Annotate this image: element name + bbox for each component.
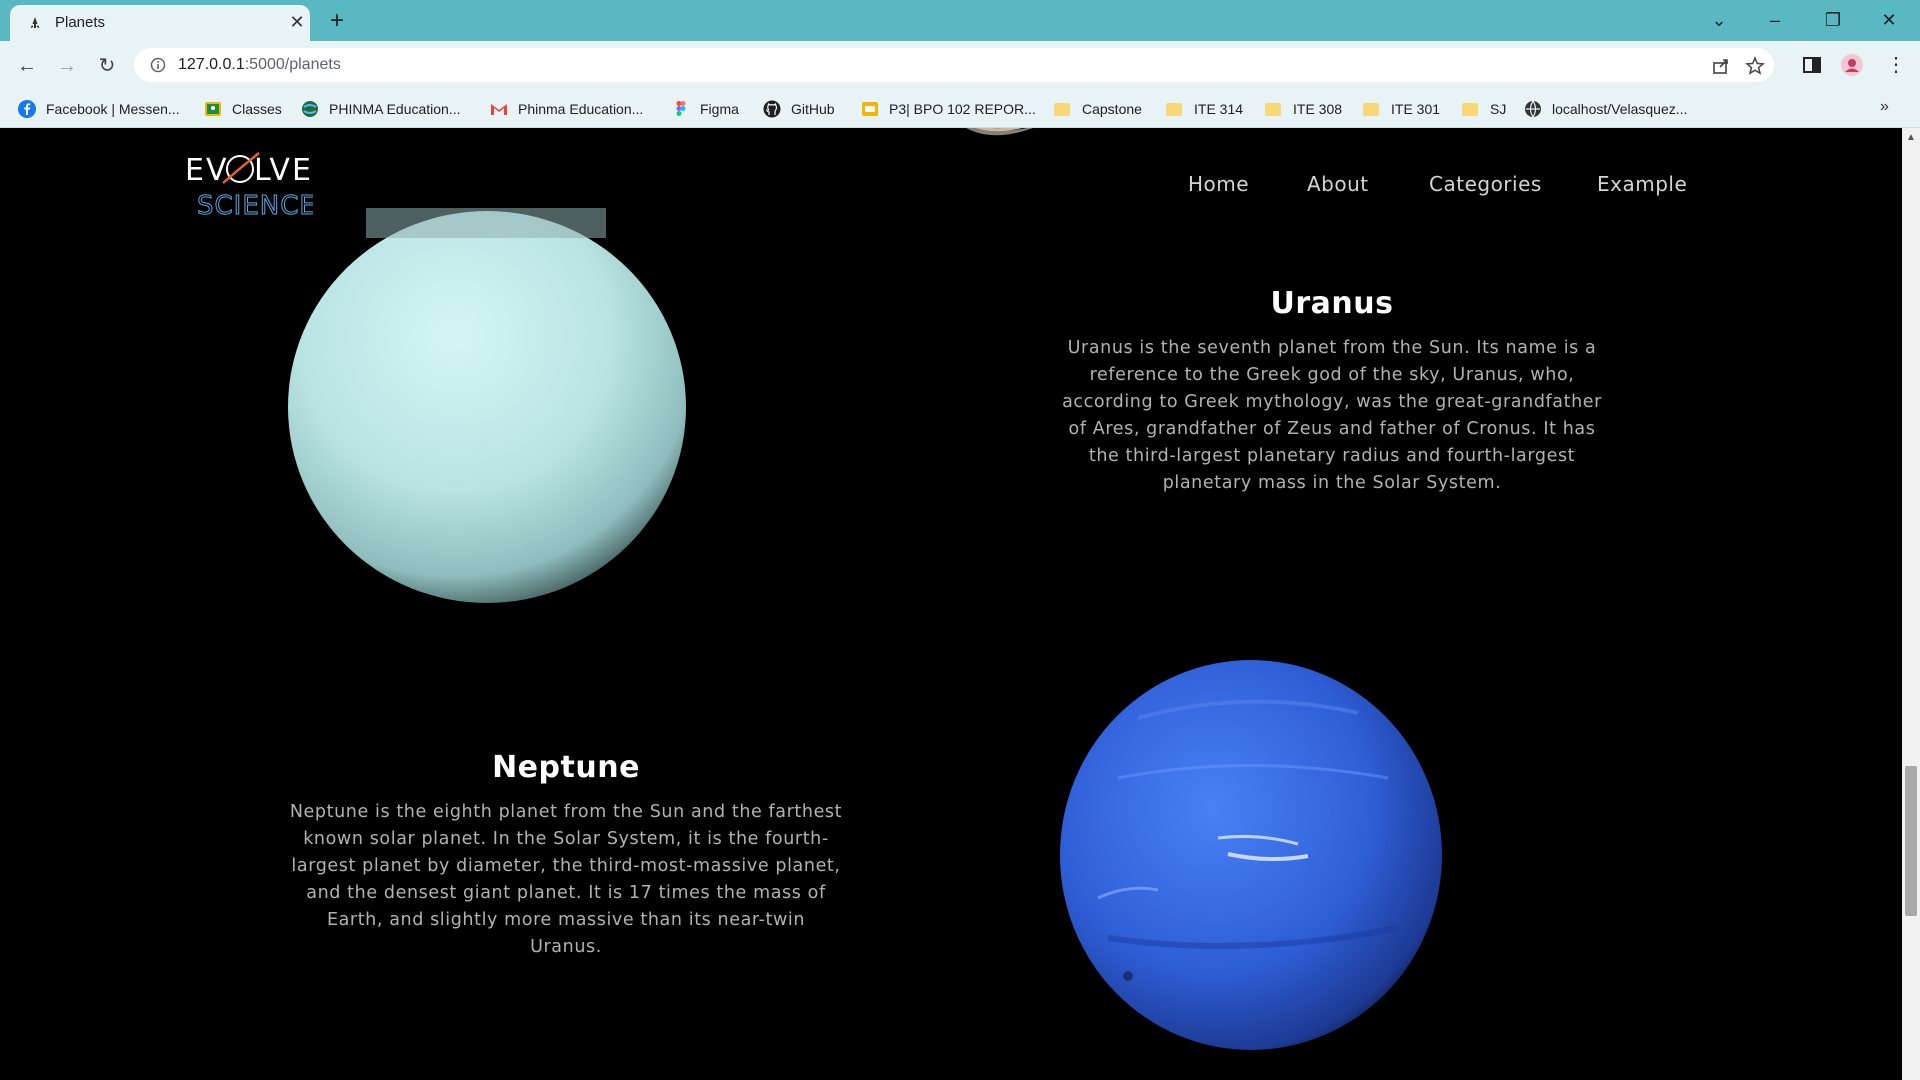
url-path: :5000/planets xyxy=(244,56,341,73)
bookmark-figma[interactable]: Figma xyxy=(672,90,739,128)
bookmark-localhost[interactable]: localhost/Velasquez... xyxy=(1524,90,1687,128)
bookmark-ite308[interactable]: ITE 308 xyxy=(1265,90,1342,128)
menu-kebab-icon[interactable]: ⋮ xyxy=(1884,53,1908,77)
neptune-image xyxy=(1060,660,1442,1050)
folder-icon xyxy=(1166,102,1182,116)
folder-icon xyxy=(1265,102,1281,116)
bookmark-bpo[interactable]: P3| BPO 102 REPOR... xyxy=(861,90,1036,128)
tab-search-icon[interactable]: ⌄ xyxy=(1696,6,1742,34)
bookmark-label: Facebook | Messen... xyxy=(46,101,180,117)
bookmark-star-icon[interactable] xyxy=(1744,55,1766,77)
uranus-image xyxy=(288,208,686,603)
bookmark-label: Classes xyxy=(232,101,282,117)
bookmark-label: ITE 314 xyxy=(1194,101,1244,117)
tab-title: Planets xyxy=(55,14,106,31)
svg-text:EV: EV xyxy=(185,153,228,188)
bookmark-label: Figma xyxy=(700,101,739,117)
folder-icon xyxy=(1054,102,1070,116)
uranus-title: Uranus xyxy=(1270,286,1394,321)
share-icon[interactable] xyxy=(1710,55,1732,77)
site-info-icon[interactable] xyxy=(150,57,166,73)
bookmark-ite301[interactable]: ITE 301 xyxy=(1363,90,1440,128)
bookmark-label: ITE 301 xyxy=(1391,101,1441,117)
folder-icon xyxy=(1363,102,1379,116)
reload-icon[interactable]: ↻ xyxy=(92,51,122,81)
profile-avatar-icon[interactable] xyxy=(1840,53,1864,77)
bookmark-label: ITE 308 xyxy=(1293,101,1343,117)
bookmark-phinma-2[interactable]: Phinma Education... xyxy=(490,90,643,128)
slides-icon xyxy=(862,102,878,116)
bookmark-label: PHINMA Education... xyxy=(329,101,461,117)
figma-icon xyxy=(676,101,686,116)
folder-icon xyxy=(1462,102,1478,116)
svg-text:LVE: LVE xyxy=(254,153,313,188)
gmail-icon xyxy=(491,104,507,115)
url-host: 127.0.0.1 xyxy=(178,56,245,73)
bookmark-label: Phinma Education... xyxy=(518,101,644,117)
window-close-icon[interactable]: ✕ xyxy=(1866,6,1912,34)
bookmark-capstone[interactable]: Capstone xyxy=(1054,90,1142,128)
bookmark-ite314[interactable]: ITE 314 xyxy=(1166,90,1243,128)
new-tab-icon[interactable]: + xyxy=(324,8,350,34)
bookmark-github[interactable]: GitHub xyxy=(763,90,835,128)
uranus-description: Uranus is the seventh planet from the Su… xyxy=(1062,338,1602,493)
nav-about[interactable]: About xyxy=(1307,172,1369,196)
bookmark-label: SJ xyxy=(1490,101,1507,117)
url-text[interactable]: 127.0.0.1:5000/planets xyxy=(178,56,341,74)
minimize-icon[interactable]: – xyxy=(1752,6,1798,34)
facebook-icon xyxy=(18,100,36,118)
classroom-icon xyxy=(205,102,221,116)
restore-icon[interactable]: ❐ xyxy=(1810,6,1856,34)
neptune-title: Neptune xyxy=(492,750,640,785)
bookmark-label: P3| BPO 102 REPOR... xyxy=(889,101,1036,117)
page-scrollbar[interactable]: ▲ xyxy=(1902,128,1920,1080)
browser-tab[interactable]: Planets ✕ xyxy=(10,5,310,41)
more-bookmarks-icon[interactable]: » xyxy=(1880,98,1889,116)
nav-home[interactable]: Home xyxy=(1188,172,1249,196)
scroll-up-arrow-icon[interactable]: ▲ xyxy=(1906,132,1916,143)
address-bar[interactable]: 127.0.0.1:5000/planets xyxy=(134,48,1774,82)
rocket-favicon-icon xyxy=(30,17,40,28)
bookmark-facebook[interactable]: Facebook | Messen... xyxy=(18,90,180,128)
nav-categories[interactable]: Categories xyxy=(1429,172,1542,196)
bookmark-label: localhost/Velasquez... xyxy=(1552,101,1688,117)
tab-close-icon[interactable]: ✕ xyxy=(286,11,308,33)
neptune-description: Neptune is the eighth planet from the Su… xyxy=(289,802,843,957)
github-icon xyxy=(763,100,781,118)
bookmarks-bar: Facebook | Messen... Classes PHINMA Educ… xyxy=(0,90,1920,128)
saturn-ring-fragment xyxy=(966,128,1033,136)
globe-icon xyxy=(302,101,318,117)
scroll-thumb[interactable] xyxy=(1905,766,1917,916)
browser-titlebar: Planets ✕ + ⌄ – ❐ ✕ xyxy=(0,0,1920,41)
forward-icon[interactable]: → xyxy=(52,51,82,81)
bookmark-label: Capstone xyxy=(1082,101,1142,117)
side-panel-icon[interactable] xyxy=(1800,53,1824,77)
bookmark-sj[interactable]: SJ xyxy=(1462,90,1506,128)
back-icon[interactable]: ← xyxy=(12,51,42,81)
bookmark-phinma-1[interactable]: PHINMA Education... xyxy=(301,90,461,128)
globe-icon xyxy=(1525,100,1541,118)
nav-example[interactable]: Example xyxy=(1597,172,1687,196)
browser-toolbar: ← → ↻ 127.0.0.1:5000/planets ⋮ xyxy=(0,41,1920,90)
page-viewport: EV LVE SCIENCE Home About Categories Exa… xyxy=(0,128,1902,1080)
bookmark-classes[interactable]: Classes xyxy=(204,90,282,128)
bookmark-label: GitHub xyxy=(791,101,835,117)
